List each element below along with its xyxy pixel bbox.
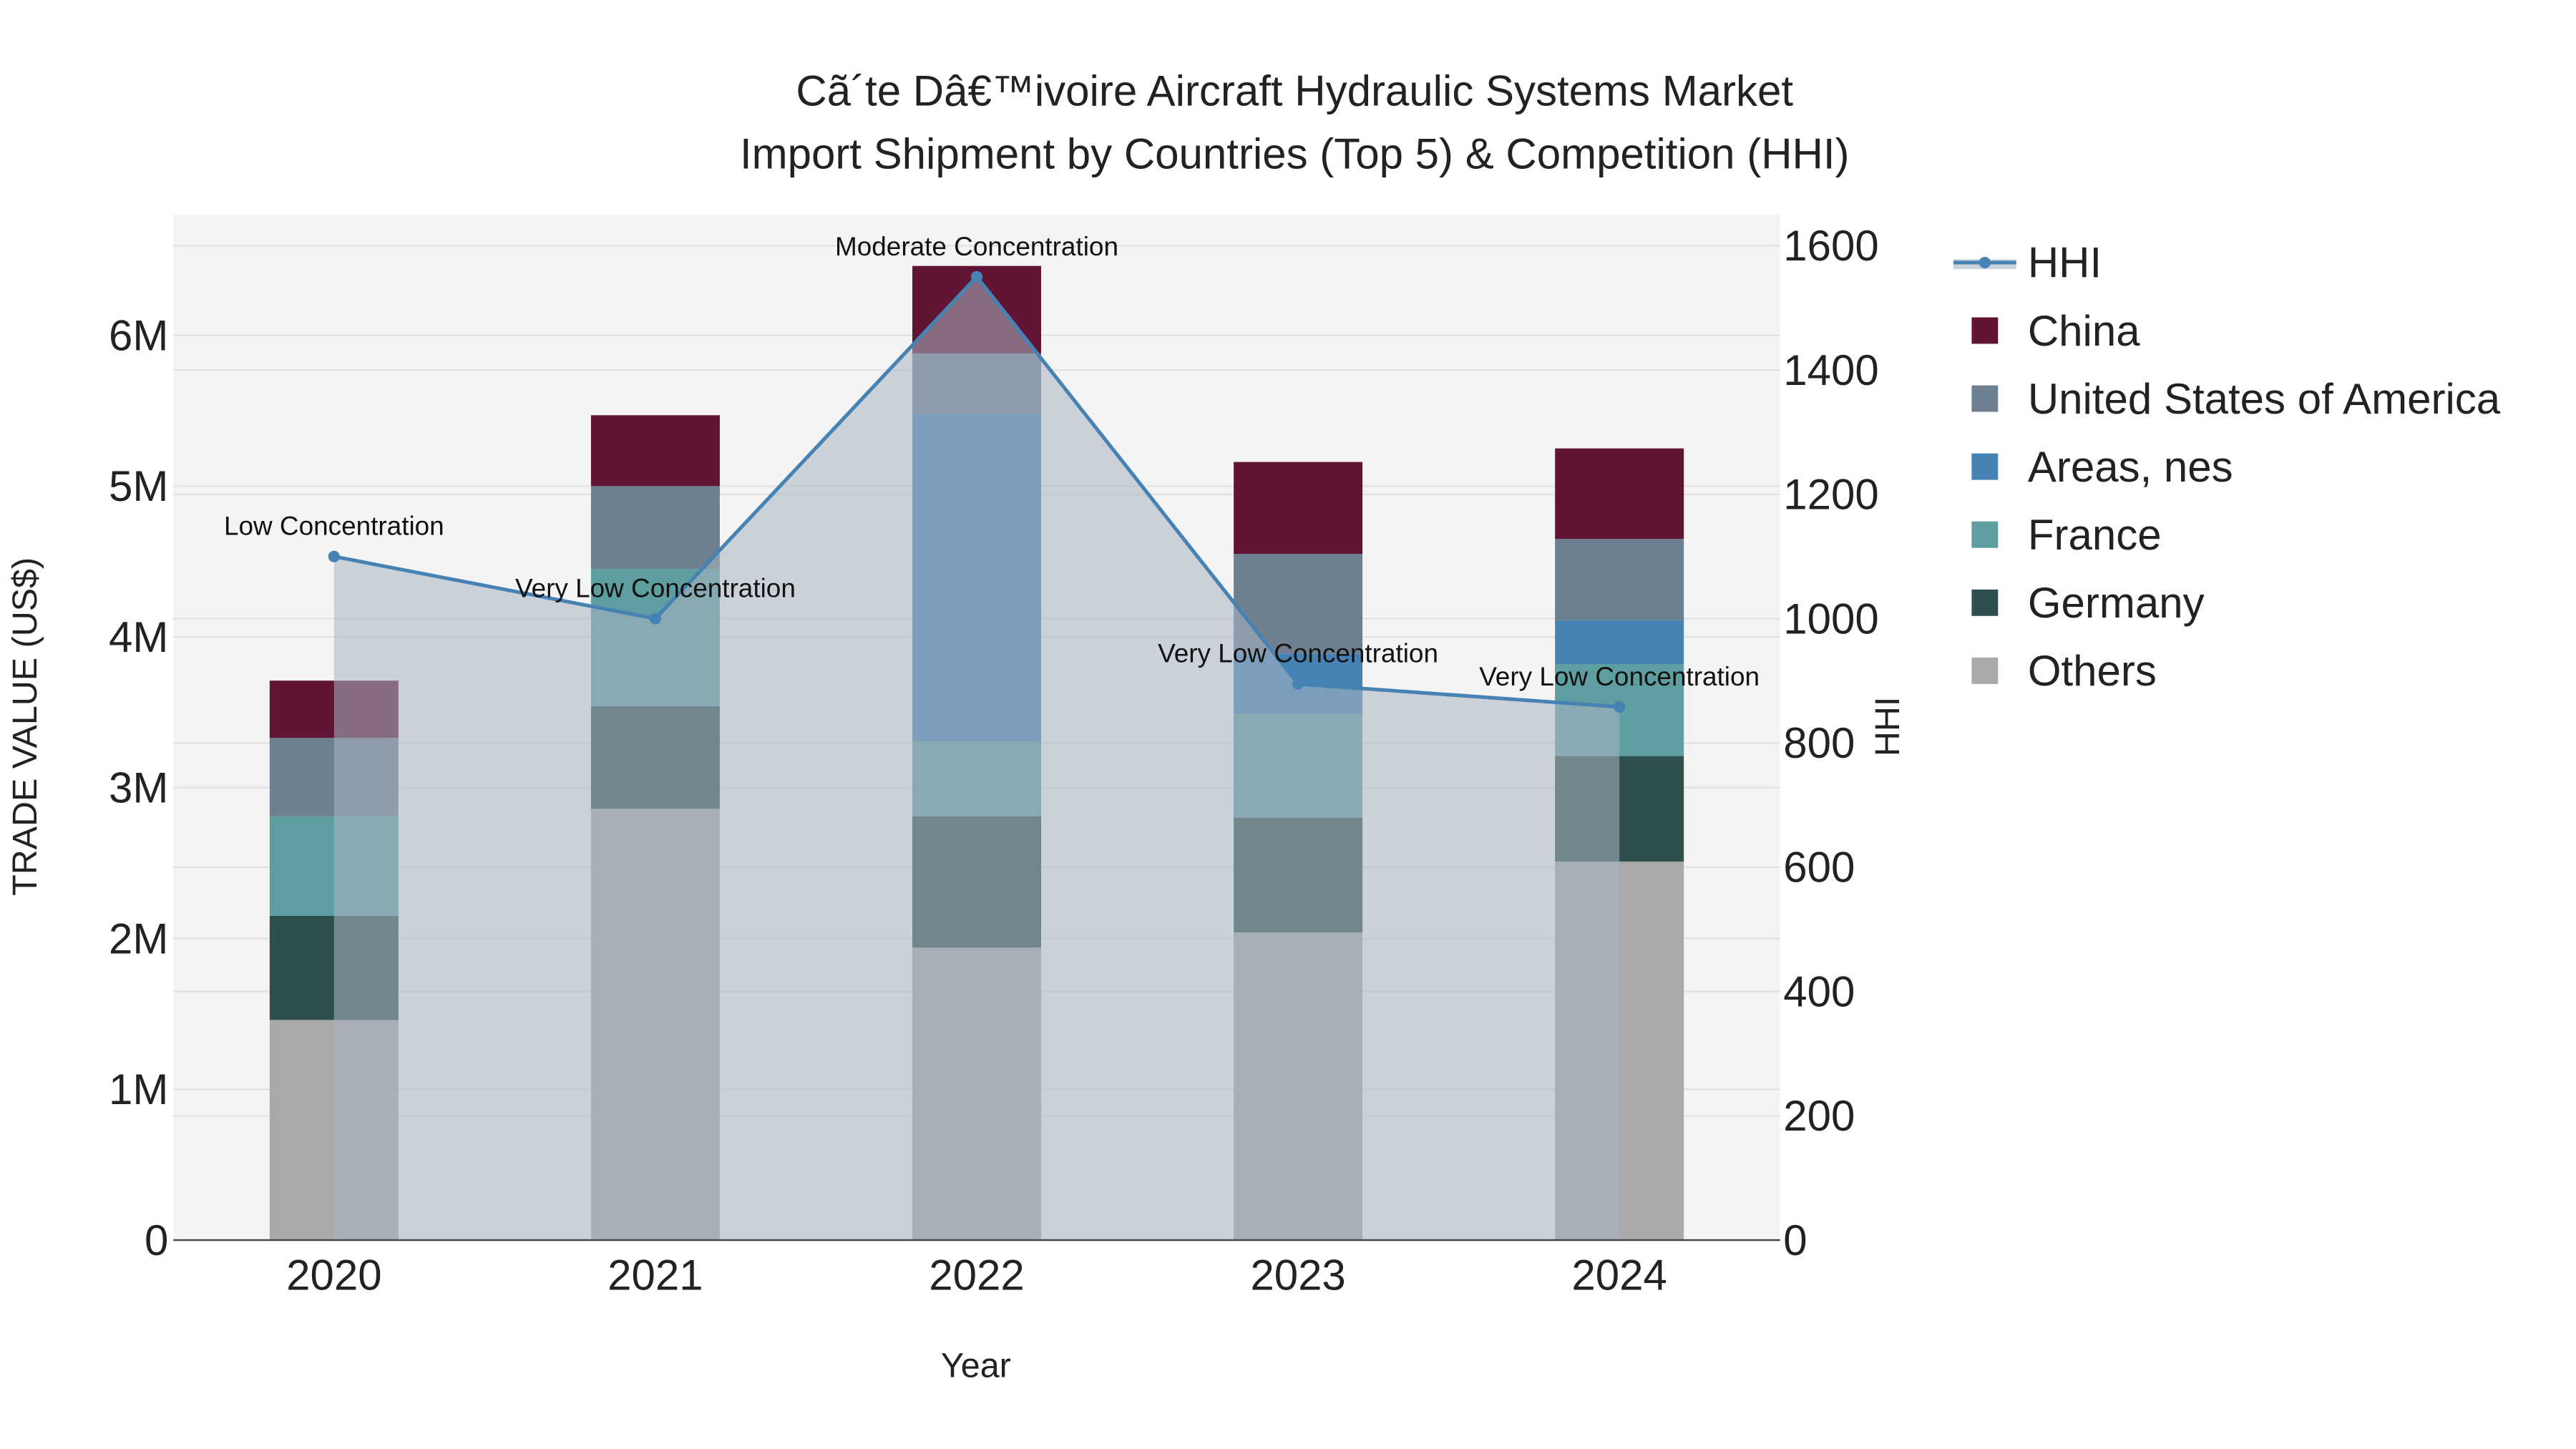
y-tick-label: 2M: [109, 914, 168, 962]
hhi-point-2020: [328, 550, 340, 562]
y-tick-label: 5M: [109, 462, 168, 510]
legend-label-france: France: [2028, 511, 2162, 559]
y2-tick-label: 0: [1783, 1216, 1807, 1264]
bar-china-2021: [590, 415, 720, 487]
y-tick-label: 3M: [109, 764, 168, 812]
legend-label-areas-nes: Areas, nes: [2028, 443, 2233, 491]
hhi-point-2021: [649, 613, 661, 625]
legend-label-hhi: HHI: [2028, 239, 2102, 287]
y2-tick-label: 1200: [1783, 471, 1878, 519]
chart: Low Concentration Very Low Concentration M…: [6, 67, 2501, 1385]
y2-tick-label: 800: [1783, 719, 1855, 767]
y2-tick-label: 600: [1783, 844, 1855, 892]
x-tick-label: 2022: [929, 1251, 1024, 1299]
hhi-annotation-2022: Moderate Concentration: [835, 232, 1118, 261]
hhi-point-2022: [970, 270, 983, 283]
legend-label-china: China: [2028, 307, 2140, 355]
y-axis-title: TRADE VALUE (US$): [6, 557, 44, 896]
chart-title-line2: Import Shipment by Countries (Top 5) & C…: [740, 130, 1850, 177]
x-tick-label: 2021: [608, 1251, 703, 1299]
y2-axis-ticks: 0 200 400 600 800 1000 1200 1400 1600: [1783, 222, 1878, 1264]
hhi-annotation-2024: Very Low Concentration: [1479, 662, 1760, 691]
y-tick-label: 0: [145, 1216, 168, 1264]
x-tick-label: 2023: [1250, 1251, 1345, 1299]
legend-label-germany: Germany: [2028, 579, 2205, 627]
y2-axis-title: HHI: [1868, 697, 1907, 756]
legend-label-united-states-of-america: United States of America: [2028, 375, 2501, 423]
hhi-annotation-2021: Very Low Concentration: [515, 574, 796, 603]
legend-swatch-others: [1971, 657, 1999, 684]
y2-tick-label: 1000: [1783, 595, 1878, 643]
legend-swatch-france: [1971, 521, 1999, 548]
legend-swatch-germany: [1971, 589, 1999, 616]
hhi-annotation-2020: Low Concentration: [224, 512, 444, 541]
y2-tick-label: 200: [1783, 1092, 1855, 1140]
x-tick-label: 2020: [286, 1251, 381, 1299]
y-tick-label: 4M: [109, 613, 168, 661]
hhi-point-2024: [1614, 701, 1626, 713]
bar-china-2024: [1555, 448, 1684, 540]
hhi-point-2023: [1292, 678, 1304, 690]
bar-united-states-of-america-2024: [1555, 539, 1684, 620]
legend-swatch-china: [1971, 317, 1999, 344]
legend-label-others: Others: [2028, 647, 2157, 695]
y2-tick-label: 1400: [1783, 346, 1878, 394]
x-tick-label: 2024: [1571, 1251, 1667, 1299]
y2-tick-label: 1600: [1783, 222, 1878, 270]
x-axis-ticks: 2020 2021 2022 2023 2024: [286, 1251, 1667, 1299]
chart-title-line1: Cã´te Dâ€™ivoire Aircraft Hydraulic Syst…: [796, 67, 1793, 115]
bar-areas-nes-2024: [1555, 620, 1684, 665]
y2-tick-label: 400: [1783, 967, 1855, 1015]
legend-swatch-united-states-of-america: [1971, 385, 1999, 412]
hhi-annotation-2023: Very Low Concentration: [1158, 639, 1438, 668]
y-tick-label: 1M: [109, 1065, 168, 1113]
legend-swatch-hhi-marker: [1979, 256, 1991, 268]
legend: HHI China United States of America Areas, n…: [1953, 239, 2501, 695]
bar-united-states-of-america-2021: [590, 486, 720, 570]
x-axis-title: Year: [941, 1347, 1011, 1385]
y-axis-ticks: 0 1M 2M 3M 4M 5M 6M: [109, 311, 168, 1264]
bar-china-2023: [1234, 462, 1363, 555]
legend-swatch-areas-nes: [1971, 453, 1999, 480]
y-tick-label: 6M: [109, 311, 168, 359]
